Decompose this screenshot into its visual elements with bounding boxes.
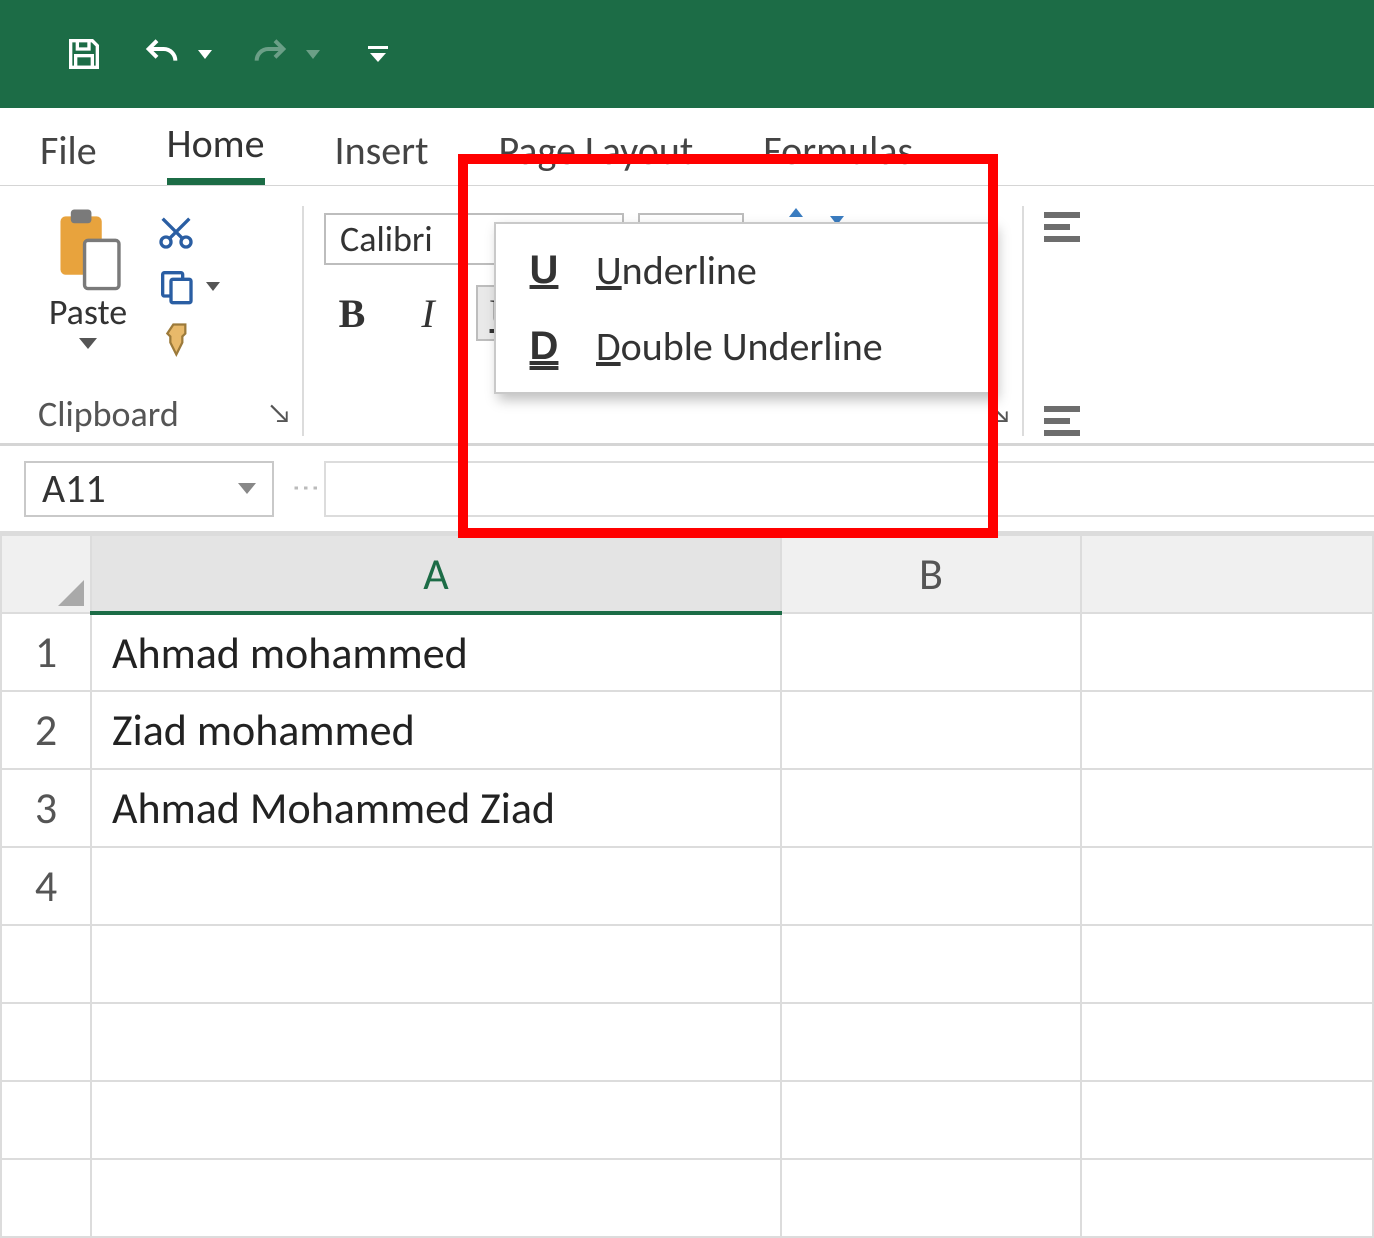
- italic-button[interactable]: I: [400, 285, 456, 341]
- column-header-b[interactable]: B: [781, 535, 1081, 613]
- cell-a2[interactable]: Ziad mohammed: [91, 691, 781, 769]
- row-header[interactable]: 2: [1, 691, 91, 769]
- tab-insert[interactable]: Insert: [335, 114, 429, 185]
- undo-dropdown-icon[interactable]: [198, 50, 212, 59]
- cell-b3[interactable]: [781, 769, 1081, 847]
- table-row: [1, 1081, 1373, 1159]
- align-left-button[interactable]: [1044, 406, 1164, 436]
- cell-b1[interactable]: [781, 613, 1081, 691]
- bold-button[interactable]: B: [324, 285, 380, 341]
- row-header[interactable]: 3: [1, 769, 91, 847]
- row-header[interactable]: [1, 1081, 91, 1159]
- group-alignment: [1024, 206, 1184, 436]
- cell-a4[interactable]: [91, 847, 781, 925]
- table-row: [1, 925, 1373, 1003]
- formula-bar[interactable]: [324, 461, 1374, 517]
- tab-formulas[interactable]: Formulas: [763, 114, 913, 185]
- copy-button[interactable]: [156, 266, 220, 306]
- underline-single-label: Underline: [596, 246, 757, 295]
- table-row: 2 Ziad mohammed: [1, 691, 1373, 769]
- row-header[interactable]: [1, 925, 91, 1003]
- underline-double-label: Double Underline: [596, 322, 883, 371]
- table-row: 4: [1, 847, 1373, 925]
- ribbon-tabs: File Home Insert Page Layout Formulas: [0, 108, 1374, 186]
- group-label-clipboard: Clipboard: [38, 386, 282, 436]
- tab-file[interactable]: File: [40, 114, 97, 185]
- row-header[interactable]: 1: [1, 613, 91, 691]
- cell-c1[interactable]: [1081, 613, 1373, 691]
- row-header[interactable]: [1, 1003, 91, 1081]
- cell-c4[interactable]: [1081, 847, 1373, 925]
- font-name-value: Calibri: [340, 217, 433, 261]
- save-icon[interactable]: [64, 34, 104, 74]
- name-box-value: A11: [42, 464, 106, 513]
- format-painter-button[interactable]: [156, 320, 220, 360]
- row-header[interactable]: [1, 1159, 91, 1237]
- font-launcher-icon[interactable]: ↘: [987, 395, 1012, 430]
- redo-dropdown-icon[interactable]: [306, 50, 320, 59]
- formula-bar-row: A11 ⋮: [0, 446, 1374, 534]
- row-header[interactable]: 4: [1, 847, 91, 925]
- formula-bar-grip[interactable]: ⋮: [274, 474, 324, 504]
- clipboard-launcher-icon[interactable]: ↘: [267, 395, 292, 430]
- underline-option-double[interactable]: D Double Underline: [496, 308, 992, 384]
- underline-single-icon: U: [526, 248, 562, 293]
- quick-access-toolbar: [0, 0, 1374, 108]
- column-header-a[interactable]: A: [91, 535, 781, 613]
- chevron-down-icon[interactable]: [79, 338, 97, 349]
- table-row: [1, 1003, 1373, 1081]
- cell-a3[interactable]: Ahmad Mohammed Ziad: [91, 769, 781, 847]
- tab-home[interactable]: Home: [167, 107, 265, 185]
- cell-a1[interactable]: Ahmad mohammed: [91, 613, 781, 691]
- tab-page-layout[interactable]: Page Layout: [499, 114, 694, 185]
- cell-b2[interactable]: [781, 691, 1081, 769]
- table-row: [1, 1159, 1373, 1237]
- undo-icon[interactable]: [142, 34, 182, 74]
- underline-menu: U Underline D Double Underline: [494, 222, 994, 394]
- cut-button[interactable]: [156, 212, 220, 252]
- cell-c2[interactable]: [1081, 691, 1373, 769]
- worksheet-grid[interactable]: A B 1 Ahmad mohammed 2 Ziad mohammed 3 A…: [0, 534, 1374, 1238]
- redo-icon[interactable]: [250, 34, 290, 74]
- cell-c3[interactable]: [1081, 769, 1373, 847]
- chevron-down-icon[interactable]: [238, 483, 256, 494]
- underline-double-icon: D: [526, 324, 562, 369]
- customize-qat-icon[interactable]: [368, 46, 388, 62]
- table-row: 3 Ahmad Mohammed Ziad: [1, 769, 1373, 847]
- column-header-c[interactable]: [1081, 535, 1373, 613]
- table-row: 1 Ahmad mohammed: [1, 613, 1373, 691]
- align-top-button[interactable]: [1044, 212, 1164, 242]
- name-box[interactable]: A11: [24, 461, 274, 517]
- cell-b4[interactable]: [781, 847, 1081, 925]
- select-all-triangle[interactable]: [1, 535, 91, 613]
- group-clipboard: Paste: [28, 206, 304, 436]
- paste-button[interactable]: Paste: [38, 206, 138, 366]
- underline-option-single[interactable]: U Underline: [496, 232, 992, 308]
- paste-label: Paste: [49, 290, 127, 334]
- chevron-down-icon[interactable]: [206, 282, 220, 291]
